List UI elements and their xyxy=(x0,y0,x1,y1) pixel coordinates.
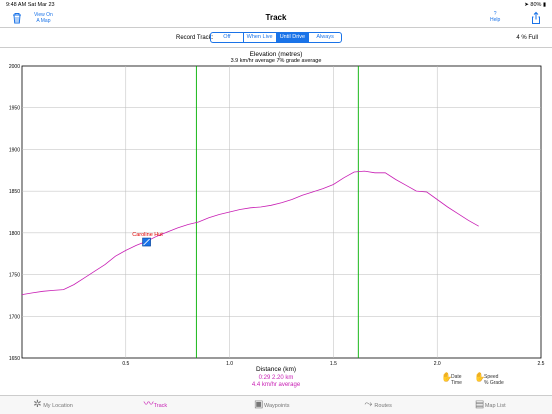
summary-average-speed: 4.4 km/hr average xyxy=(251,382,301,388)
summary-time-distance: 0:29 2.20 km xyxy=(258,375,294,381)
x-axis-label: Distance (km) xyxy=(255,366,297,373)
y-tick-label: 1700 xyxy=(9,314,20,320)
record-option-off[interactable]: Off xyxy=(211,33,244,42)
record-option-always[interactable]: Always xyxy=(309,33,341,42)
nav-bar: View On A Map Track ? Help xyxy=(0,10,552,28)
y-tick-label: 1950 xyxy=(9,106,20,112)
map-list-icon: ▤ xyxy=(474,399,485,410)
help-button[interactable]: ? Help xyxy=(490,11,500,23)
tab-bar: ✲ My Location 〰 Track ▣ Waypoints ⤳ Rout… xyxy=(0,395,552,414)
chart-title: Elevation (metres) xyxy=(249,51,303,58)
y-tick-label: 1650 xyxy=(9,356,20,362)
record-track-segmented-control[interactable]: Off When Live Until Drive Always xyxy=(210,32,342,43)
record-track-bar: Record Track: Off When Live Until Drive … xyxy=(0,29,552,48)
record-track-label: Record Track: xyxy=(176,35,214,41)
tab-routes[interactable]: ⤳ Routes xyxy=(331,396,441,414)
record-option-until-drive[interactable]: Until Drive xyxy=(276,33,310,42)
status-bar: 9:48 AM Sat Mar 23 ➤ 80% ▮ xyxy=(0,0,552,10)
y-tick-label: 1750 xyxy=(9,273,20,279)
waypoint-label: Caroline Hut xyxy=(132,232,163,238)
y-tick-label: 1850 xyxy=(9,189,20,195)
tab-my-location[interactable]: ✲ My Location xyxy=(0,396,110,414)
status-battery: ➤ 80% ▮ xyxy=(524,2,546,8)
share-icon[interactable] xyxy=(529,11,543,25)
y-tick-label: 1900 xyxy=(9,147,20,153)
tab-waypoints[interactable]: ▣ Waypoints xyxy=(221,396,331,414)
storage-percent-full: 4 % Full xyxy=(516,35,538,41)
plot-frame xyxy=(21,65,542,359)
elevation-chart[interactable]: 165017001750180018501900195020000.5 1.0 1.… xyxy=(0,60,552,370)
waypoint-icon: ▣ xyxy=(254,399,264,410)
page-title: Track xyxy=(265,13,287,22)
tab-track[interactable]: 〰 Track xyxy=(110,396,220,414)
gear-icon: ✲ xyxy=(33,399,42,410)
routes-icon: ⤳ xyxy=(364,399,373,410)
record-option-when-live[interactable]: When Live xyxy=(244,33,277,42)
status-time: 9:48 AM Sat Mar 23 xyxy=(6,2,55,8)
y-tick-label: 2000 xyxy=(9,64,20,70)
track-icon: 〰 xyxy=(143,399,154,410)
track-summary: 0:29 2.20 km 4.4 km/hr average xyxy=(0,375,552,389)
tab-map-list[interactable]: ▤ Map List xyxy=(442,396,552,414)
y-tick-label: 1800 xyxy=(9,231,20,237)
